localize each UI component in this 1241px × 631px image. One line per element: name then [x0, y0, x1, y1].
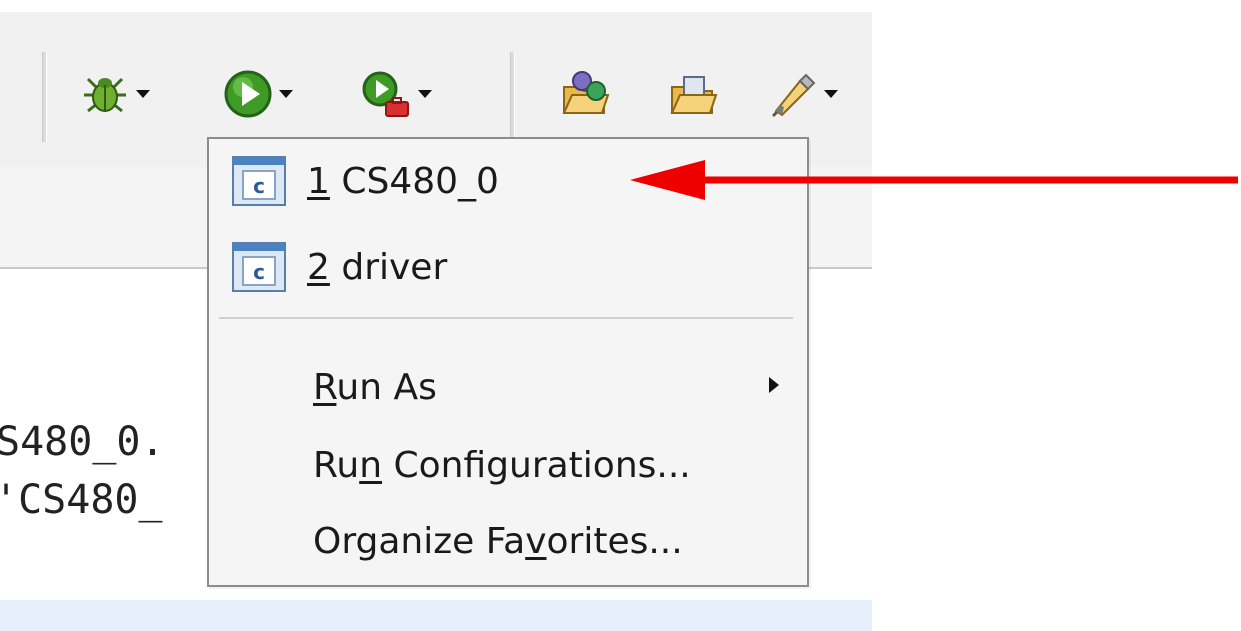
screenshot: S480_0. 'CS480_ c 1 CS480_0 c 2 driver R… [0, 0, 1241, 631]
annotation-arrow [630, 160, 1238, 200]
